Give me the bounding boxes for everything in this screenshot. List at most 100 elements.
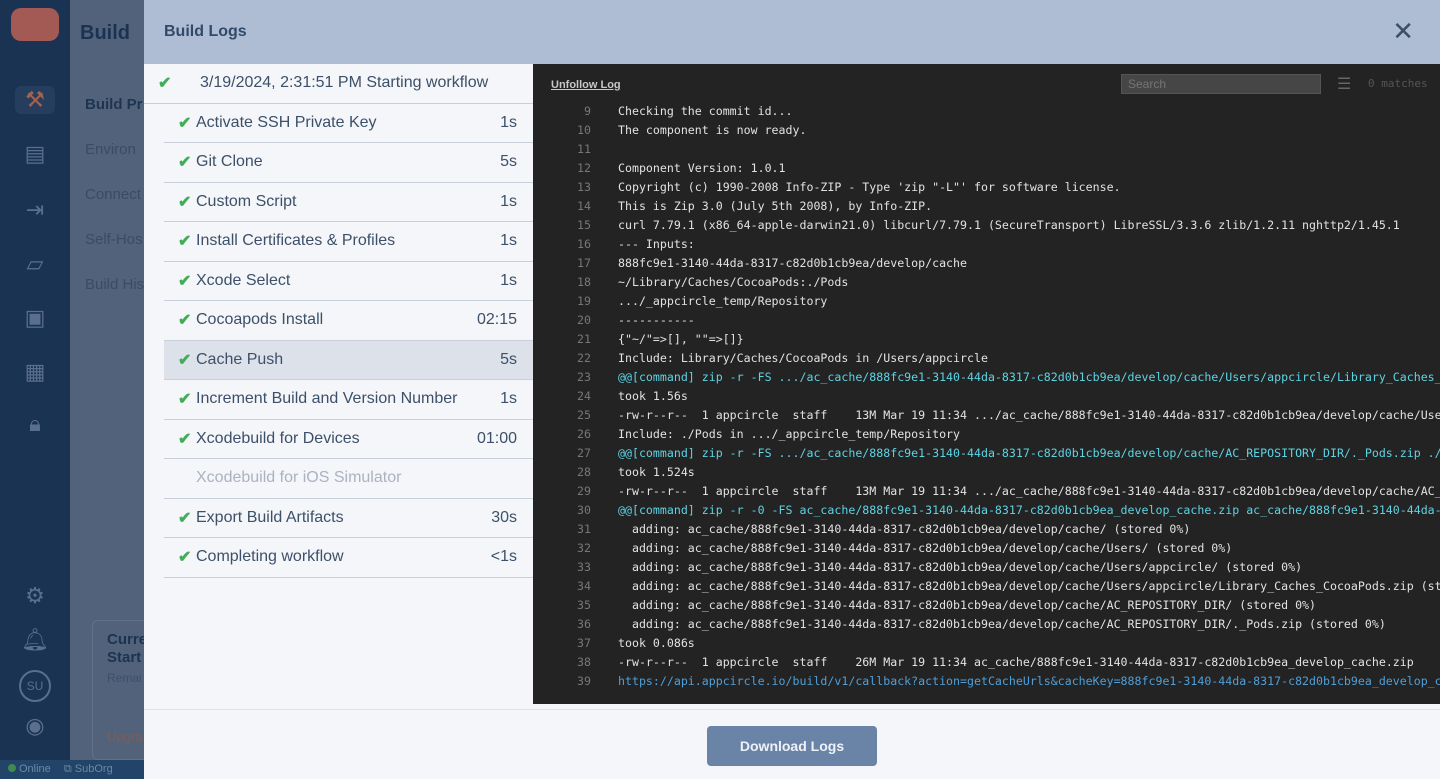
- step-row[interactable]: ✔ Cocoapods Install 02:15: [164, 301, 533, 341]
- check-icon: ✔: [178, 312, 192, 330]
- upgrade-link[interactable]: Upgra: [107, 729, 142, 744]
- log-line: 16 --- Inputs:: [533, 235, 695, 254]
- line-number: 28: [577, 465, 591, 479]
- menu-environment[interactable]: Environ: [85, 141, 144, 158]
- check-icon: ✔: [178, 509, 192, 527]
- line-number: 13: [577, 180, 591, 194]
- line-text: This is Zip 3.0 (July 5th 2008), by Info…: [618, 199, 933, 213]
- appcircle-logo[interactable]: [11, 8, 59, 41]
- line-number: 39: [577, 674, 591, 688]
- line-number: 33: [577, 560, 591, 574]
- line-number: 20: [577, 313, 591, 327]
- line-text: @@[command] zip -r -FS .../ac_cache/888f…: [618, 370, 1440, 384]
- line-text[interactable]: https://api.appcircle.io/build/v1/callba…: [618, 674, 1440, 688]
- step-row[interactable]: ✔ Completing workflow <1s: [164, 538, 533, 578]
- step-row[interactable]: ✔ Cache Push 5s: [164, 340, 533, 380]
- check-icon: ✔: [178, 154, 192, 172]
- log-line: 32 adding: ac_cache/888fc9e1-3140-44da-8…: [533, 539, 1232, 558]
- line-text: -rw-r--r-- 1 appcircle staff 13M Mar 19 …: [618, 484, 1440, 498]
- log-line: 37 took 0.086s: [533, 634, 695, 653]
- line-text: Include: Library/Caches/CocoaPods in /Us…: [618, 351, 988, 365]
- line-text: adding: ac_cache/888fc9e1-3140-44da-8317…: [618, 560, 1303, 574]
- close-icon[interactable]: ✕: [1392, 16, 1414, 47]
- line-number: 9: [584, 104, 591, 118]
- line-number: 12: [577, 161, 591, 175]
- line-number: 10: [577, 123, 591, 137]
- signing-certificate-icon[interactable]: ▤: [20, 140, 50, 168]
- menu-build-history[interactable]: Build His: [85, 276, 144, 293]
- step-row[interactable]: ✔ Activate SSH Private Key 1s: [164, 104, 533, 143]
- line-text: Copyright (c) 1990-2008 Info-ZIP - Type …: [618, 180, 1121, 194]
- distribution-icon[interactable]: ⇥: [20, 196, 50, 224]
- log-line: 27 @@[command] zip -r -FS .../ac_cache/88…: [533, 444, 1440, 463]
- plan-remaining: Remai: [107, 671, 142, 685]
- line-text: -----------: [618, 313, 695, 327]
- log-line: 34 adding: ac_cache/888fc9e1-3140-44da-8…: [533, 577, 1440, 596]
- step-duration: 1s: [500, 271, 517, 289]
- log-line: 39 https://api.appcircle.io/build/v1/call…: [533, 672, 1440, 691]
- plan-title: Curre: [107, 631, 148, 648]
- check-icon: ✔: [178, 430, 192, 448]
- step-label: Custom Script: [196, 192, 297, 210]
- line-number: 38: [577, 655, 591, 669]
- step-row[interactable]: ✔ Export Build Artifacts 30s: [164, 499, 533, 538]
- step-starting-workflow[interactable]: ✔ 3/19/2024, 2:31:51 PM Starting workflo…: [144, 64, 533, 104]
- step-row[interactable]: ✔ Install Certificates & Profiles 1s: [164, 222, 533, 262]
- status-bar: Online ⧉ SubOrg: [0, 760, 144, 779]
- log-line: 28 took 1.524s: [533, 463, 695, 482]
- line-text: 888fc9e1-3140-44da-8317-c82d0b1cb9ea/dev…: [618, 256, 968, 270]
- section-title: Build: [80, 22, 130, 44]
- line-number: 17: [577, 256, 591, 270]
- avatar[interactable]: SU: [19, 670, 51, 702]
- step-duration: 1s: [500, 232, 517, 250]
- unfollow-log-link[interactable]: Unfollow Log: [551, 79, 621, 91]
- publish-icon[interactable]: ▣: [20, 304, 50, 332]
- log-line: 20 -----------: [533, 311, 695, 330]
- line-number: 34: [577, 579, 591, 593]
- line-number: 29: [577, 484, 591, 498]
- line-text: adding: ac_cache/888fc9e1-3140-44da-8317…: [618, 617, 1386, 631]
- integrations-icon[interactable]: ⚙: [20, 582, 50, 610]
- step-row[interactable]: ✔ Increment Build and Version Number 1s: [164, 380, 533, 420]
- download-logs-button[interactable]: Download Logs: [707, 726, 877, 766]
- notifications-bell-icon[interactable]: 🔔︎: [20, 626, 50, 654]
- line-number: 25: [577, 408, 591, 422]
- step-row[interactable]: ✔ Git Clone 5s: [164, 143, 533, 183]
- step-row[interactable]: ✔ Xcode Select 1s: [164, 262, 533, 301]
- filter-lines-icon[interactable]: ☰: [1337, 74, 1351, 94]
- lock-user-icon[interactable]: 🔒︎: [20, 410, 50, 438]
- line-text: adding: ac_cache/888fc9e1-3140-44da-8317…: [618, 598, 1317, 612]
- step-duration: 1s: [500, 390, 517, 408]
- user-profile-icon[interactable]: ◉: [20, 712, 50, 740]
- log-line: 24 took 1.56s: [533, 387, 688, 406]
- build-hammer-icon[interactable]: ⚒: [15, 86, 55, 114]
- menu-build-profiles[interactable]: Build Pr: [85, 96, 144, 113]
- log-line: 23 @@[command] zip -r -FS .../ac_cache/88…: [533, 368, 1440, 387]
- testing-distribution-icon[interactable]: ▱: [20, 250, 50, 278]
- log-line: 22 Include: Library/Caches/CocoaPods in /…: [533, 349, 988, 368]
- plan-subtitle: Start: [107, 649, 142, 666]
- menu-connections[interactable]: Connect: [85, 186, 144, 203]
- step-row[interactable]: ✔ Custom Script 1s: [164, 183, 533, 222]
- menu-self-hosted[interactable]: Self-Hos: [85, 231, 144, 248]
- check-icon: ✔: [178, 114, 192, 132]
- line-number: 18: [577, 275, 591, 289]
- log-line: 29 -rw-r--r-- 1 appcircle staff 13M Mar 1…: [533, 482, 1440, 501]
- line-number: 15: [577, 218, 591, 232]
- step-label: Increment Build and Version Number: [196, 390, 458, 408]
- log-line: 31 adding: ac_cache/888fc9e1-3140-44da-8…: [533, 520, 1190, 539]
- check-icon: ✔: [178, 351, 192, 369]
- line-text: took 1.524s: [618, 465, 695, 479]
- line-number: 37: [577, 636, 591, 650]
- line-number: 16: [577, 237, 591, 251]
- step-row[interactable]: Xcodebuild for iOS Simulator: [164, 459, 533, 499]
- line-number: 31: [577, 522, 591, 536]
- org-switcher[interactable]: SubOrg: [75, 763, 113, 775]
- check-icon: ✔: [178, 549, 192, 567]
- step-label: Xcodebuild for Devices: [196, 429, 360, 447]
- step-row[interactable]: ✔ Xcodebuild for Devices 01:00: [164, 420, 533, 459]
- line-number: 24: [577, 389, 591, 403]
- log-search-input[interactable]: [1121, 74, 1321, 94]
- enterprise-store-icon[interactable]: ▦: [20, 358, 50, 386]
- line-text: Include: ./Pods in .../_appcircle_temp/R…: [618, 427, 961, 441]
